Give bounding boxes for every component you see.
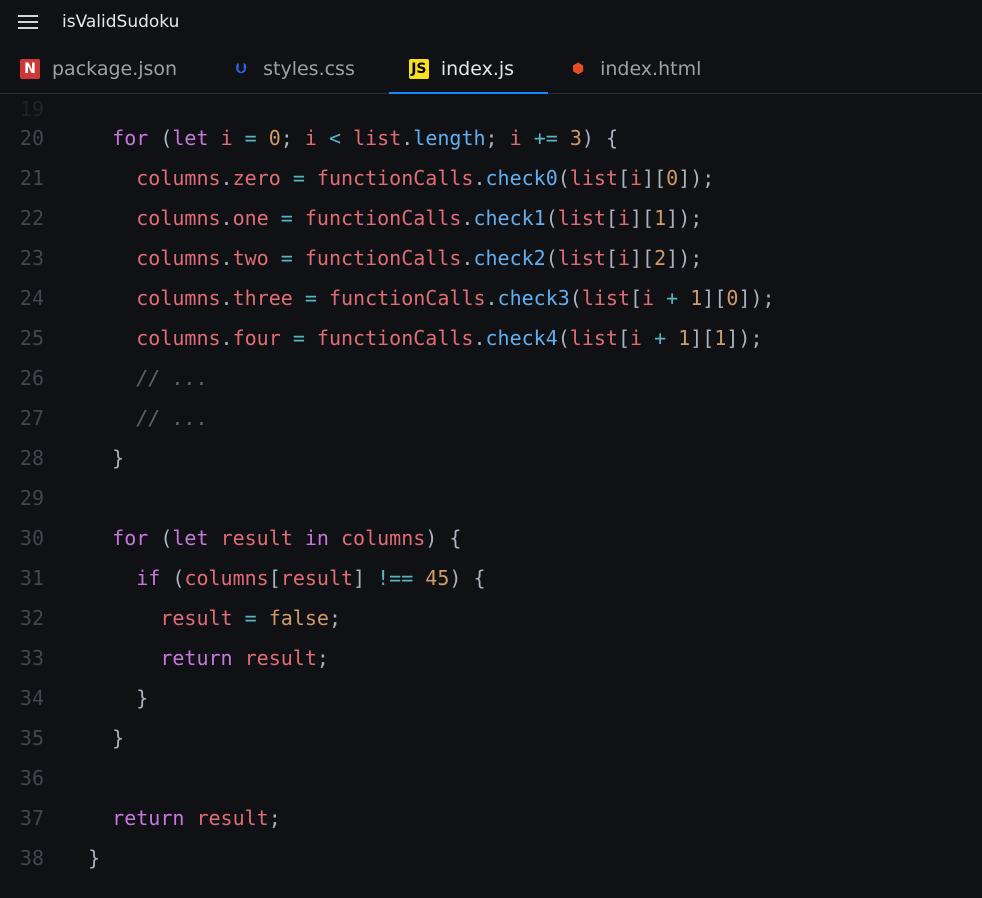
line-number: 31 [0, 558, 44, 598]
code-line[interactable]: for (let i = 0; i < list.length; i += 3)… [64, 118, 775, 158]
line-number: 22 [0, 198, 44, 238]
line-number: 28 [0, 438, 44, 478]
code-line[interactable]: } [64, 678, 775, 718]
line-number: 32 [0, 598, 44, 638]
code-line[interactable]: // ... [64, 398, 775, 438]
line-number: 20 [0, 118, 44, 158]
tab-bar: Npackage.json ⮋ styles.css JS index.js ⬢ index… [0, 44, 982, 94]
code-line[interactable]: columns.zero = functionCalls.check0(list… [64, 158, 775, 198]
tab-styles-css[interactable]: ⮋ styles.css [211, 44, 389, 93]
code-line[interactable]: // ... [64, 358, 775, 398]
line-number: 19 [0, 100, 44, 118]
code-line[interactable]: columns.one = functionCalls.check1(list[… [64, 198, 775, 238]
code-line[interactable]: if (columns[result] !== 45) { [64, 558, 775, 598]
line-number: 29 [0, 478, 44, 518]
js-icon: JS [409, 59, 429, 79]
tab-label: styles.css [263, 58, 355, 80]
code-line[interactable]: columns.four = functionCalls.check4(list… [64, 318, 775, 358]
html-icon: ⬢ [568, 59, 588, 79]
line-number: 24 [0, 278, 44, 318]
code-line[interactable]: } [64, 438, 775, 478]
line-number: 33 [0, 638, 44, 678]
code-line[interactable]: columns.three = functionCalls.check3(lis… [64, 278, 775, 318]
tab-index-html[interactable]: ⬢ index.html [548, 44, 735, 93]
code-line[interactable]: columns.two = functionCalls.check2(list[… [64, 238, 775, 278]
line-number: 38 [0, 838, 44, 878]
line-number: 36 [0, 758, 44, 798]
line-number: 23 [0, 238, 44, 278]
tab-package-json[interactable]: Npackage.json [0, 44, 211, 93]
tab-label: package.json [52, 58, 177, 80]
code-line[interactable]: for (let result in columns) { [64, 518, 775, 558]
code-line[interactable]: return result; [64, 798, 775, 838]
code-area[interactable]: for (let i = 0; i < list.length; i += 3)… [64, 100, 775, 878]
code-line[interactable]: } [64, 838, 775, 878]
line-number: 25 [0, 318, 44, 358]
tab-index-js[interactable]: JS index.js [389, 44, 548, 93]
code-line[interactable]: return result; [64, 638, 775, 678]
npm-icon: N [20, 59, 40, 79]
gutter: 1920212223242526272829303132333435363738 [0, 100, 64, 878]
code-line[interactable]: } [64, 718, 775, 758]
line-number: 26 [0, 358, 44, 398]
line-number: 21 [0, 158, 44, 198]
code-editor[interactable]: 1920212223242526272829303132333435363738… [0, 94, 982, 878]
line-number: 30 [0, 518, 44, 558]
line-number: 34 [0, 678, 44, 718]
line-number: 27 [0, 398, 44, 438]
css-icon: ⮋ [231, 59, 251, 79]
code-line[interactable] [64, 100, 775, 118]
code-line[interactable] [64, 758, 775, 798]
tab-label: index.js [441, 58, 514, 80]
line-number: 37 [0, 798, 44, 838]
line-number: 35 [0, 718, 44, 758]
code-line[interactable]: result = false; [64, 598, 775, 638]
page-title: isValidSudoku [62, 12, 179, 32]
menu-icon[interactable] [18, 15, 38, 29]
code-line[interactable] [64, 478, 775, 518]
header: isValidSudoku [0, 0, 982, 44]
tab-label: index.html [600, 58, 701, 80]
